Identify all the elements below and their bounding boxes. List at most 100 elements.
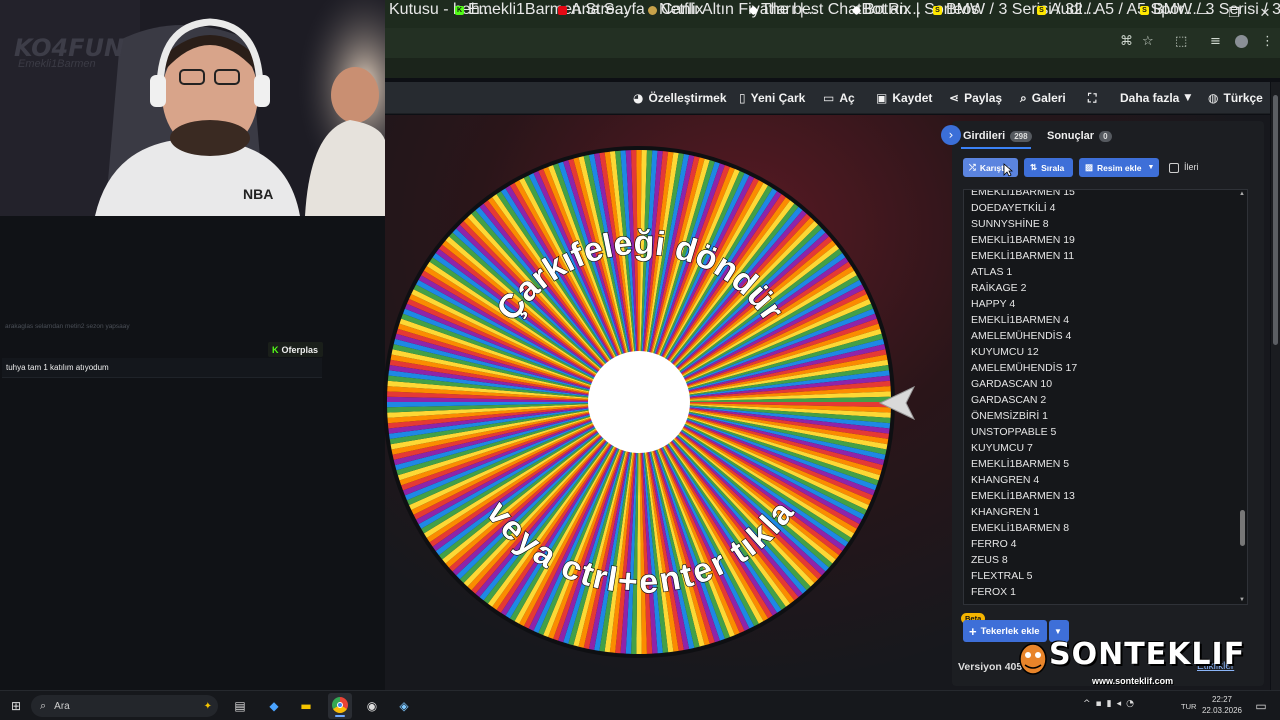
taskbar-search-label: Ara [54,700,70,712]
entry-line: EMEKLİ1BARMEN 19 [971,234,1075,246]
sort-button[interactable]: ⇅ Sırala [1024,158,1073,177]
customize-button[interactable]: ◕ Özelleştirmek [633,89,727,107]
chevron-up-icon: ^ [1083,699,1096,709]
entry-line: EMEKLİ1BARMEN 11 [971,250,1075,262]
kick-icon: K [455,5,464,15]
chrome-taskbar-button[interactable] [328,693,352,719]
palette-icon: ◕ [633,91,644,105]
spin-wheel[interactable]: Çarkıfeleği döndür veya ctrl+enter tıkla [380,142,900,662]
tab-results[interactable]: Sonuçlar 0 [1047,127,1112,145]
save-label: Kaydet [892,91,933,105]
entry-line: SUNNYSHİNE 8 [971,218,1049,230]
profile-avatar[interactable] [1235,35,1248,48]
mic-icon: ▮ [1106,699,1117,709]
app2-icon: ◈ [399,699,409,713]
bookmark-item[interactable]: S BMW / 3 Serisi / 32... [1140,1,1280,18]
tab-entries-label: Girdileri [963,130,1006,142]
shuffle-icon: ⤮ [969,162,976,172]
entries-textarea[interactable]: EMEKLİ1BARMEN 15 DOEDAYETKİLİ 4 SUNNYSHİNE… [963,189,1248,605]
more-dropdown[interactable]: Daha fazla ▼ [1120,89,1191,107]
save-icon: ▣ [876,91,888,105]
chat-message: tuhya tam 1 katılım atıyodum [2,358,322,378]
advanced-checkbox[interactable] [1169,163,1179,173]
webcam-sub-text: Emekli1Barmen [18,58,96,70]
browser-menu-icon[interactable]: ⋮ [1261,34,1274,49]
search-icon: ⌕ [40,699,47,712]
taskbar-search[interactable]: ⌕ Ara ✦ [31,695,218,717]
entry-line: AMELEMÜHENDİS 4 [971,330,1072,342]
new-wheel-label: Yeni Çark [750,91,806,105]
collapse-panel-button[interactable]: › [941,125,961,145]
taskbar-app-icon[interactable]: ◆ [265,697,283,715]
bookmark-star-icon[interactable]: ☆ [1142,34,1154,49]
share-icon: ⋖ [949,91,960,105]
media-icon[interactable]: ≡ [1210,34,1221,49]
add-image-label: Resim ekle [1097,162,1142,173]
entry-line: EMEKLİ1BARMEN 4 [971,314,1070,326]
taskbar-app2-button[interactable]: ◈ [395,697,413,715]
entries-scroll-thumb[interactable] [1240,510,1245,546]
tab-entries[interactable]: Girdileri 298 [963,127,1032,145]
entry-line: DOEDAYETKİLİ 4 [971,202,1056,214]
fullscreen-icon: ⛶ [1088,90,1097,105]
tray-app-icon: ▪ [1095,699,1107,709]
add-image-button[interactable]: ▨ Resim ekle ▼ [1079,158,1159,177]
file-explorer-button[interactable]: ▬ [297,697,315,715]
chat-panel [0,216,385,690]
more-label: Daha fazla [1120,91,1180,105]
advanced-label: İleri [1184,162,1199,172]
entry-line: MAXTOR 2 [971,602,1024,604]
folder-icon: ▭ [823,91,835,105]
windows-icon: ⊞ [10,699,22,713]
task-view-button[interactable]: ▤ [231,697,249,715]
sahibinden-icon: S [933,5,942,15]
mascot-logo [1019,643,1047,675]
add-wheel-label: Tekerlek ekle [980,625,1040,637]
translate-icon[interactable]: ⌘ [1120,34,1133,49]
obs-icon: ◉ [366,699,378,713]
save-button[interactable]: ▣ Kaydet [876,89,932,107]
active-tab-indicator [961,147,1031,149]
fullscreen-button[interactable]: ⛶ [1088,89,1096,107]
language-button[interactable]: ◍ Türkçe [1208,89,1263,107]
entry-line: AMELEMÜHENDİS 17 [971,362,1078,374]
entry-line: KHANGREN 4 [971,474,1040,486]
speaker-icon: ◂ [1116,699,1127,709]
entry-line: EMEKLİ1BARMEN 8 [971,522,1070,534]
entry-line: RAİKAGE 2 [971,282,1027,294]
app-icon: ◆ [269,699,279,713]
entry-line: EMEKLİ1BARMEN 13 [971,490,1075,502]
network-icon: ◔ [1126,699,1139,709]
entry-line: ÖNEMSİZBİRİ 1 [971,410,1049,422]
image-icon: ▨ [1085,162,1094,172]
wheel-pointer [878,385,916,421]
gallery-button[interactable]: ⌕ Galeri [1020,89,1066,107]
netflix-icon [558,5,567,15]
share-button[interactable]: ⋖ Paylaş [949,89,1002,107]
entry-line: HAPPY 4 [971,298,1016,310]
watermark-brand: SONTEKLIF [1049,637,1246,672]
tray-icons[interactable]: ^▪▮◂◔ [1083,699,1139,709]
input-language[interactable]: TUR [1181,702,1196,711]
scroll-up-icon[interactable]: ▲ [1239,191,1245,197]
start-button[interactable]: ⊞ [7,697,25,715]
obs-button[interactable]: ◉ [363,697,381,715]
notification-icon: ▭ [1255,699,1267,713]
extensions-icon[interactable]: ⬚ [1175,34,1187,49]
entry-line: KHANGREN 1 [971,506,1040,518]
notifications-button[interactable]: ▭ [1252,697,1270,715]
globe-icon: ◍ [1208,91,1219,105]
wheel-center[interactable] [588,351,690,453]
new-wheel-button[interactable]: ▯ Yeni Çark [739,89,805,107]
open-button[interactable]: ▭ Aç [823,89,855,107]
webcam-image [0,0,385,216]
gold-icon [648,5,657,15]
language-label: Türkçe [1223,91,1263,105]
entry-line: GARDASCAN 2 [971,394,1047,406]
entry-line: FLEXTRAL 5 [971,570,1033,582]
shirt-logo: NBA [243,186,274,202]
page-scroll-thumb[interactable] [1273,95,1278,345]
scroll-down-icon[interactable]: ▼ [1239,597,1245,603]
taskbar-clock[interactable]: 22:27 22.03.2026 [1200,694,1244,716]
entries-count-badge: 298 [1010,130,1032,142]
